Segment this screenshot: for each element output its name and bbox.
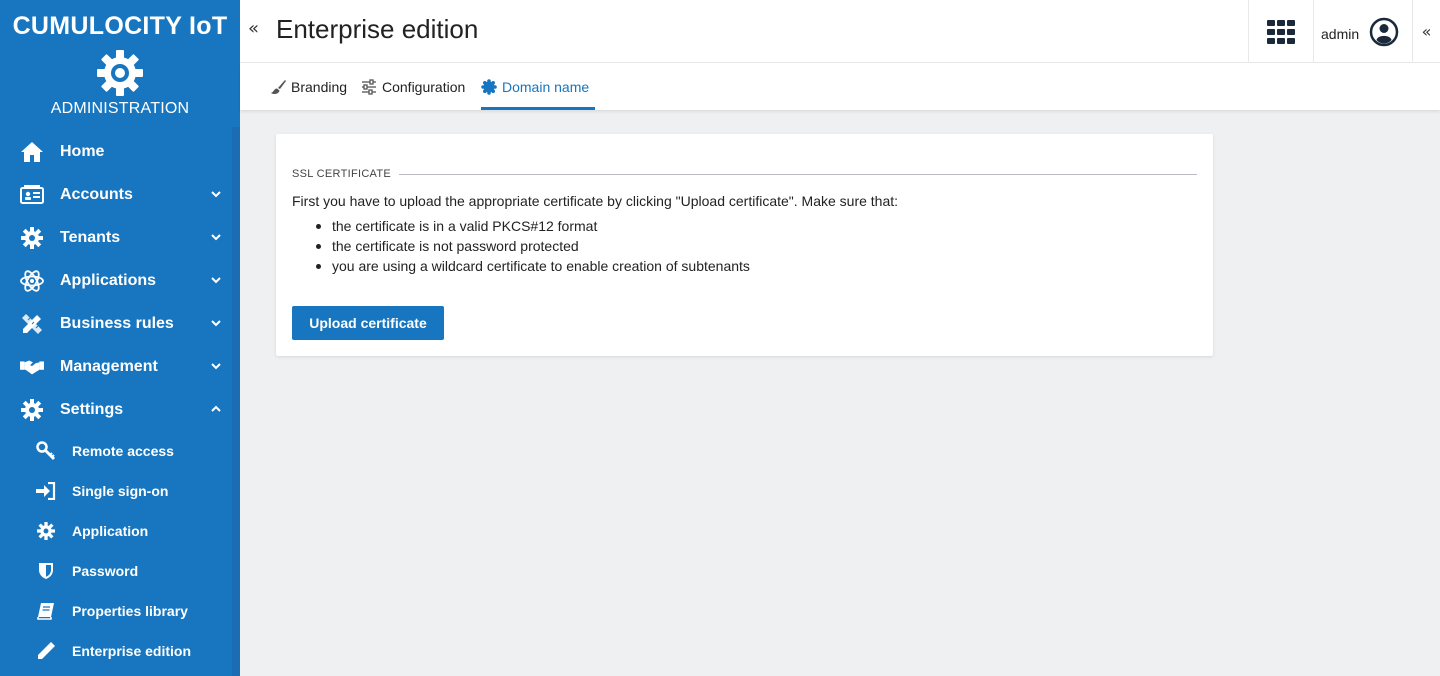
sidebar-item-applications[interactable]: Applications bbox=[0, 259, 232, 302]
sidebar-item-label: Tenants bbox=[60, 228, 121, 246]
sidebar-item-accounts[interactable]: Accounts bbox=[0, 173, 232, 216]
key-icon bbox=[36, 441, 56, 461]
list-item: the certificate is in a valid PKCS#12 fo… bbox=[316, 218, 750, 238]
chevron-down-icon bbox=[211, 234, 221, 241]
handshake-icon bbox=[20, 355, 44, 379]
sliders-icon bbox=[361, 78, 377, 95]
accounts-icon bbox=[20, 183, 44, 207]
tab-branding[interactable]: Branding bbox=[270, 63, 347, 110]
brand-name: CUMULOCITY IoT bbox=[12, 12, 228, 40]
intro-text: First you have to upload the appropriate… bbox=[292, 193, 899, 209]
sidebar-subitem-properties-library[interactable]: Properties library bbox=[0, 591, 232, 631]
sidebar-scrollbar[interactable] bbox=[232, 127, 240, 676]
sidebar-subitem-application[interactable]: Application bbox=[0, 511, 232, 551]
app-switcher-button[interactable] bbox=[1248, 0, 1314, 63]
tab-domain-name[interactable]: Domain name bbox=[481, 63, 596, 110]
sidebar-item-management[interactable]: Management bbox=[0, 345, 232, 388]
pencil-icon bbox=[36, 641, 56, 661]
sidebar-item-business-rules[interactable]: Business rules bbox=[0, 302, 232, 345]
sign-in-icon bbox=[36, 481, 56, 501]
sidebar: CUMULOCITY IoT ADMINISTRATION Home Accou… bbox=[0, 0, 240, 676]
sidebar-item-label: Applications bbox=[60, 271, 157, 289]
sidebar-subitem-single-sign-on[interactable]: Single sign-on bbox=[0, 471, 232, 511]
header: « Enterprise edition admin « bbox=[240, 0, 1440, 63]
administration-gear-logo bbox=[97, 50, 143, 96]
sidebar-item-settings[interactable]: Settings bbox=[0, 388, 232, 431]
sidebar-subitem-label: Properties library bbox=[72, 603, 188, 619]
sidebar-item-home[interactable]: Home bbox=[0, 130, 232, 173]
sidebar-item-label: Business rules bbox=[60, 314, 174, 332]
chevron-up-icon bbox=[211, 405, 221, 412]
sidebar-subitem-label: Enterprise edition bbox=[72, 643, 192, 659]
brush-icon bbox=[270, 79, 286, 95]
divider bbox=[399, 173, 1197, 175]
gear-icon bbox=[20, 398, 44, 422]
sidebar-subitem-remote-access[interactable]: Remote access bbox=[0, 431, 232, 471]
sidebar-item-label: Accounts bbox=[60, 185, 133, 203]
home-icon bbox=[20, 140, 44, 164]
sidebar-subitem-label: Remote access bbox=[72, 443, 174, 459]
list-item: you are using a wildcard certificate to … bbox=[316, 258, 750, 278]
ssl-legend: SSL CERTIFICATE bbox=[292, 167, 1197, 181]
sidebar-item-label: Home bbox=[60, 142, 105, 160]
sidebar-subitem-label: Single sign-on bbox=[72, 483, 169, 499]
grid-icon bbox=[1267, 19, 1295, 44]
pencil-ruler-icon bbox=[20, 312, 44, 336]
brand: CUMULOCITY IoT ADMINISTRATION bbox=[0, 0, 240, 128]
list-item: the certificate is not password protecte… bbox=[316, 238, 750, 258]
upload-certificate-button[interactable]: Upload certificate bbox=[292, 306, 444, 340]
section-title: SSL CERTIFICATE bbox=[292, 168, 392, 180]
user-name: admin bbox=[1321, 25, 1360, 42]
module-name: ADMINISTRATION bbox=[50, 100, 190, 117]
collapse-sidebar-button[interactable]: « bbox=[248, 18, 259, 39]
certificate-icon bbox=[481, 78, 497, 95]
sidebar-subitem-password[interactable]: Password bbox=[0, 551, 232, 591]
tab-configuration[interactable]: Configuration bbox=[361, 63, 465, 110]
sidebar-item-label: Settings bbox=[60, 400, 124, 418]
user-menu[interactable]: admin bbox=[1314, 0, 1412, 63]
user-avatar-icon bbox=[1369, 17, 1399, 46]
tab-label: Configuration bbox=[382, 78, 466, 95]
gear-icon bbox=[36, 521, 56, 541]
tenants-gear-icon bbox=[20, 226, 44, 250]
chevron-down-icon bbox=[211, 320, 221, 327]
atom-icon bbox=[20, 269, 44, 293]
requirements-list: the certificate is in a valid PKCS#12 fo… bbox=[316, 218, 750, 278]
tab-label: Domain name bbox=[502, 78, 590, 95]
sidebar-subitem-label: Password bbox=[72, 563, 139, 579]
sidebar-item-label: Management bbox=[60, 357, 158, 375]
chevron-down-icon bbox=[211, 363, 221, 370]
ssl-certificate-card: SSL CERTIFICATE First you have to upload… bbox=[276, 134, 1213, 356]
page-title: Enterprise edition bbox=[276, 14, 479, 44]
shield-icon bbox=[36, 561, 56, 581]
chevron-down-icon bbox=[211, 191, 221, 198]
chevron-down-icon bbox=[211, 277, 221, 284]
sidebar-subitem-label: Application bbox=[72, 523, 149, 539]
collapse-right-panel-button[interactable]: « bbox=[1412, 0, 1440, 63]
sidebar-item-tenants[interactable]: Tenants bbox=[0, 216, 232, 259]
tab-label: Branding bbox=[291, 78, 348, 95]
tab-bar: Branding Configuration Domain name bbox=[240, 63, 1440, 110]
sidebar-subitem-enterprise-edition[interactable]: Enterprise edition bbox=[0, 631, 232, 671]
book-icon bbox=[36, 601, 56, 621]
